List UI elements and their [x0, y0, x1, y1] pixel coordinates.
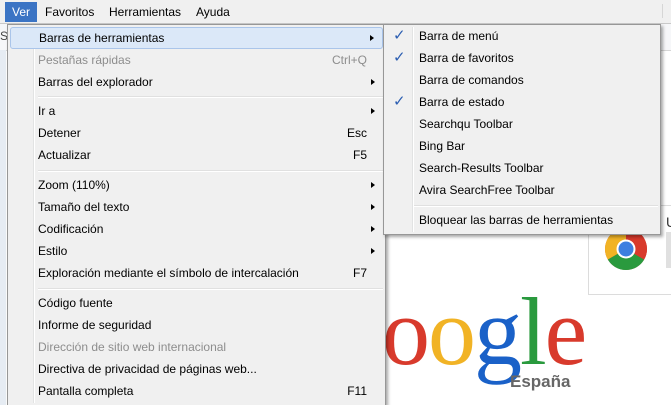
menu-item-label: Barra de estado — [419, 95, 505, 109]
menu-item-label: Ir a — [38, 104, 56, 118]
menu-item-label: Barra de comandos — [419, 73, 524, 87]
menu-separator — [38, 170, 383, 172]
menu-separator — [38, 96, 383, 98]
submenu-item-searchqu-toolbar[interactable]: Searchqu Toolbar — [386, 113, 658, 135]
menu-item-zoom[interactable]: Zoom (110%) — [10, 174, 383, 196]
google-logo-letter: l — [520, 278, 547, 385]
ver-menu: Barras de herramientas Pestañas rápidas … — [7, 24, 386, 405]
menu-item-label: Actualizar — [38, 148, 91, 162]
menu-item-label: Barras del explorador — [38, 75, 153, 89]
menu-item-estilo[interactable]: Estilo — [10, 240, 383, 262]
menu-item-shortcut: F5 — [352, 148, 367, 162]
submenu-item-search-results-toolbar[interactable]: Search-Results Toolbar — [386, 157, 658, 179]
submenu-item-barra-de-favoritos[interactable]: ✓ Barra de favoritos — [386, 47, 658, 69]
menu-item-codificacion[interactable]: Codificación — [10, 218, 383, 240]
menu-item-label: Bloquear las barras de herramientas — [419, 213, 614, 227]
menu-item-label: Avira SearchFree Toolbar — [419, 183, 555, 197]
checkmark-icon: ✓ — [393, 93, 406, 110]
menu-item-directiva-de-privacidad[interactable]: Directiva de privacidad de páginas web..… — [10, 358, 383, 380]
google-logo[interactable]: oogle — [382, 278, 588, 385]
card-partial-text: U — [666, 214, 671, 230]
menu-item-pestanas-rapidas[interactable]: Pestañas rápidas Ctrl+Q — [10, 49, 383, 71]
google-logo-letter: e — [544, 278, 588, 385]
submenu-item-barra-de-menu[interactable]: ✓ Barra de menú — [386, 25, 658, 47]
menu-item-label: Dirección de sitio web internacional — [38, 340, 227, 354]
menu-herramientas[interactable]: Herramientas — [102, 2, 188, 22]
menu-item-label: Estilo — [38, 244, 68, 258]
menu-favoritos[interactable]: Favoritos — [38, 2, 101, 22]
menu-item-barras-del-explorador[interactable]: Barras del explorador — [10, 71, 383, 93]
submenu-arrow-icon — [371, 226, 375, 232]
menu-item-label: Detener — [38, 126, 81, 140]
menu-item-label: Bing Bar — [419, 139, 466, 153]
menu-item-detener[interactable]: Detener Esc — [10, 122, 383, 144]
menu-item-direccion-internacional[interactable]: Dirección de sitio web internacional — [10, 336, 383, 358]
submenu-arrow-icon — [371, 182, 375, 188]
menu-item-shortcut: F11 — [347, 384, 367, 398]
menu-item-label: Pestañas rápidas — [38, 53, 131, 67]
menu-item-label: Código fuente — [38, 296, 113, 310]
menu-item-label: Search-Results Toolbar — [419, 161, 544, 175]
checkmark-icon: ✓ — [393, 49, 406, 66]
submenu-item-avira-searchfree-toolbar[interactable]: Avira SearchFree Toolbar — [386, 179, 658, 201]
menu-item-actualizar[interactable]: Actualizar F5 — [10, 144, 383, 166]
menu-item-codigo-fuente[interactable]: Código fuente — [10, 292, 383, 314]
submenu-arrow-icon — [371, 108, 375, 114]
menu-item-informe-de-seguridad[interactable]: Informe de seguridad — [10, 314, 383, 336]
menu-item-label: Codificación — [38, 222, 104, 236]
menu-item-label: Barra de favoritos — [419, 51, 514, 65]
menu-item-label: Searchqu Toolbar — [419, 117, 513, 131]
submenu-arrow-icon — [371, 204, 375, 210]
menu-item-barras-de-herramientas[interactable]: Barras de herramientas — [10, 27, 383, 49]
menu-item-label: Tamaño del texto — [38, 200, 130, 214]
menu-item-label: Informe de seguridad — [38, 318, 152, 332]
google-logo-letter: o — [382, 278, 430, 385]
menu-item-shortcut: F7 — [352, 266, 367, 280]
menu-item-exploracion-intercalacion[interactable]: Exploración mediante el símbolo de inter… — [10, 262, 383, 284]
menu-item-shortcut: Ctrl+Q — [331, 53, 367, 67]
google-logo-letter: g — [474, 278, 522, 385]
google-logo-subtitle: España — [510, 372, 571, 391]
submenu-arrow-icon — [371, 248, 375, 254]
menu-ver[interactable]: Ver — [5, 2, 38, 22]
menu-item-shortcut: Esc — [346, 126, 367, 140]
checkmark-icon: ✓ — [393, 27, 406, 44]
menu-item-pantalla-completa[interactable]: Pantalla completa F11 — [10, 380, 383, 402]
menu-item-label: Pantalla completa — [38, 384, 134, 398]
submenu-item-barra-de-comandos[interactable]: Barra de comandos — [386, 69, 658, 91]
menu-item-label: Barra de menú — [419, 29, 499, 43]
submenu-arrow-icon — [370, 35, 374, 41]
menubar: Ver Favoritos Herramientas Ayuda — [0, 0, 671, 24]
submenu-item-barra-de-estado[interactable]: ✓ Barra de estado — [386, 91, 658, 113]
menu-item-tamano-del-texto[interactable]: Tamaño del texto — [10, 196, 383, 218]
menu-separator — [414, 205, 658, 207]
left-page-strip — [0, 50, 6, 405]
toolbars-submenu: ✓ Barra de menú ✓ Barra de favoritos Bar… — [383, 24, 661, 235]
menu-item-label: Directiva de privacidad de páginas web..… — [38, 362, 257, 376]
google-logo-letter: o — [428, 278, 476, 385]
menubar-divider — [662, 4, 663, 18]
menu-ayuda[interactable]: Ayuda — [189, 2, 237, 22]
menu-item-label: Barras de herramientas — [39, 31, 165, 45]
menu-item-ir-a[interactable]: Ir a — [10, 100, 383, 122]
submenu-item-bing-bar[interactable]: Bing Bar — [386, 135, 658, 157]
menu-item-label: Zoom (110%) — [38, 178, 110, 192]
menu-item-label: Exploración mediante el símbolo de inter… — [38, 266, 299, 280]
card-side-button[interactable] — [666, 232, 671, 268]
menu-separator — [38, 288, 383, 290]
submenu-arrow-icon — [371, 79, 375, 85]
submenu-item-bloquear-barras[interactable]: Bloquear las barras de herramientas — [386, 209, 658, 231]
